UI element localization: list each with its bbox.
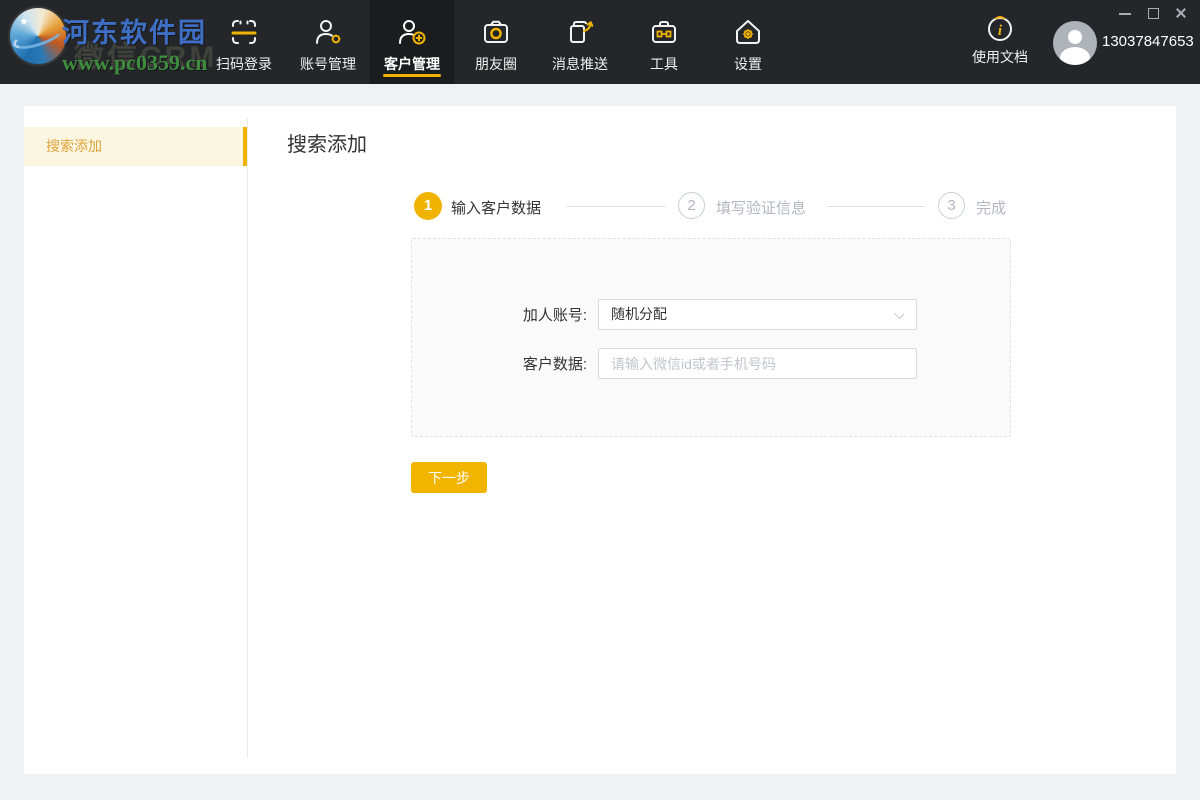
step-3-circle: 3 — [938, 192, 965, 219]
tab-label: 客户管理 — [384, 54, 440, 74]
avatar-body — [1060, 47, 1090, 65]
tab-tools[interactable]: 工具 — [622, 0, 706, 84]
sidebar-item-search-add[interactable]: 搜索添加 — [24, 127, 247, 166]
customer-field-label: 客户数据: — [412, 353, 598, 374]
logo-star-icon: ★ — [19, 15, 29, 28]
step-2-label: 填写验证信息 — [716, 197, 806, 218]
page-title: 搜索添加 — [287, 128, 367, 157]
next-step-button[interactable]: 下一步 — [411, 462, 487, 493]
avatar-head — [1068, 30, 1082, 44]
customer-data-input[interactable] — [598, 348, 917, 379]
step-1-circle: 1 — [414, 192, 442, 220]
sidebar-divider — [247, 118, 248, 758]
watermark-app-name: 微信CRM — [74, 32, 217, 76]
message-push-icon — [563, 15, 597, 49]
tab-label: 账号管理 — [300, 54, 356, 74]
account-field-row: 加人账号: 随机分配 — [412, 299, 1010, 330]
step-connector — [827, 206, 925, 207]
moments-camera-icon — [479, 15, 513, 49]
main-card: 搜索添加 搜索添加 1 输入客户数据 2 填写验证信息 3 完成 加人账号: 随… — [24, 106, 1176, 774]
account-manage-icon — [311, 15, 345, 49]
info-doc-icon: i — [985, 13, 1015, 43]
app-logo: ★ — [10, 8, 66, 64]
step-connector — [567, 206, 665, 207]
watermark-site-name: 河东软件园 — [62, 11, 207, 50]
tab-customer-manage[interactable]: 客户管理 — [370, 0, 454, 84]
tab-settings[interactable]: 设置 — [706, 0, 790, 84]
minimize-icon[interactable] — [1118, 6, 1132, 20]
toolbox-icon — [647, 15, 681, 49]
usage-docs-button[interactable]: i 使用文档 — [967, 13, 1033, 67]
tab-account-manage[interactable]: 账号管理 — [286, 0, 370, 84]
tab-message-push[interactable]: 消息推送 — [538, 0, 622, 84]
chevron-down-icon — [894, 309, 904, 319]
tab-label: 扫码登录 — [216, 54, 272, 74]
tab-label: 设置 — [734, 54, 762, 74]
customer-manage-icon — [395, 15, 429, 49]
usage-docs-label: 使用文档 — [972, 47, 1028, 67]
user-avatar[interactable] — [1053, 21, 1097, 65]
watermark-site-url: www.pc0359.cn — [62, 50, 207, 76]
tab-label: 工具 — [650, 54, 678, 74]
account-select[interactable]: 随机分配 — [598, 299, 917, 330]
tab-moments[interactable]: 朋友圈 — [454, 0, 538, 84]
scan-login-icon — [227, 15, 261, 49]
tab-label: 朋友圈 — [475, 54, 517, 74]
window-controls — [1118, 6, 1188, 20]
active-tab-underline — [383, 74, 441, 77]
main-nav: 扫码登录 账号管理 — [202, 0, 790, 84]
account-phone-number: 13037847653 — [1102, 33, 1194, 50]
customer-field-row: 客户数据: — [412, 348, 1010, 379]
step-2-circle: 2 — [678, 192, 705, 219]
top-bar: ★ 微信CRM 河东软件园 www.pc0359.cn 扫码登录 — [0, 0, 1200, 84]
tab-scan-login[interactable]: 扫码登录 — [202, 0, 286, 84]
sidebar-item-label: 搜索添加 — [46, 138, 102, 154]
maximize-icon[interactable] — [1146, 6, 1160, 20]
account-field-label: 加人账号: — [412, 304, 598, 325]
svg-text:i: i — [998, 23, 1003, 39]
close-icon[interactable] — [1174, 6, 1188, 20]
tab-label: 消息推送 — [552, 54, 608, 74]
step-3-label: 完成 — [976, 197, 1006, 218]
add-customer-form: 加人账号: 随机分配 客户数据: — [411, 238, 1011, 437]
account-select-value: 随机分配 — [611, 306, 667, 322]
step-1-label: 输入客户数据 — [451, 197, 541, 218]
settings-home-icon — [731, 15, 765, 49]
